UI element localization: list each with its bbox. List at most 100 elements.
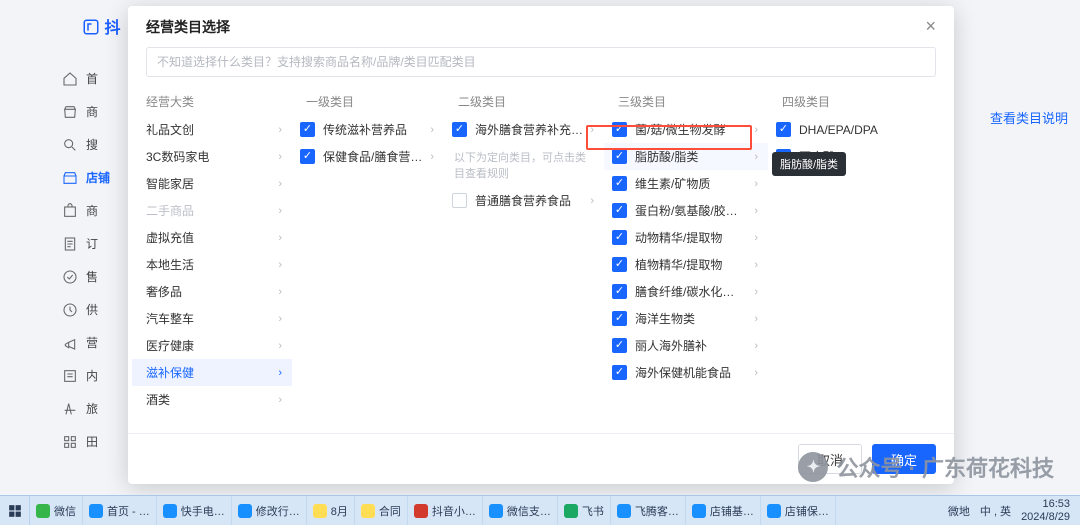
taskbar-item[interactable]: 8月: [307, 496, 355, 525]
level3-item[interactable]: 维生素/矿物质›: [604, 170, 768, 197]
nav-item-supply[interactable]: 供: [62, 301, 122, 318]
level3-item[interactable]: 海洋生物类›: [604, 305, 768, 332]
nav-item-app[interactable]: 田: [62, 433, 122, 450]
checkbox[interactable]: [612, 311, 627, 326]
level3-item[interactable]: 丽人海外膳补›: [604, 332, 768, 359]
nav-label: 店铺: [86, 169, 110, 186]
big-category-item[interactable]: 礼品文创›: [132, 116, 292, 143]
checkbox[interactable]: [612, 230, 627, 245]
big-category-item[interactable]: 3C数码家电›: [132, 143, 292, 170]
taskbar-item[interactable]: 修改行…: [232, 496, 307, 525]
taskbar-item[interactable]: 店铺保…: [761, 496, 836, 525]
nav-item-search[interactable]: 搜: [62, 136, 122, 153]
level3-item[interactable]: 膳食纤维/碳水化合物›: [604, 278, 768, 305]
chevron-right-icon: ›: [754, 124, 758, 136]
taskbar-item[interactable]: 首页 - …: [83, 496, 157, 525]
big-category-item[interactable]: 奢侈品›: [132, 278, 292, 305]
taskbar-item[interactable]: 店铺基…: [686, 496, 761, 525]
taskbar-item[interactable]: 抖音小…: [408, 496, 483, 525]
checkbox[interactable]: [300, 149, 315, 164]
nav-item-after[interactable]: 售: [62, 268, 122, 285]
checkbox[interactable]: [612, 257, 627, 272]
level3-item[interactable]: 蛋白粉/氨基酸/胶原蛋白›: [604, 197, 768, 224]
colhead-big: 经营大类: [146, 93, 306, 110]
checkbox[interactable]: [452, 122, 467, 137]
big-category-item[interactable]: 汽车整车›: [132, 305, 292, 332]
level2-item[interactable]: 海外膳食营养补充食品›: [444, 116, 604, 143]
taskbar-app-icon: [163, 504, 177, 518]
content-icon: [62, 368, 78, 384]
row-label: 本地生活: [146, 256, 194, 273]
after-icon: [62, 269, 78, 285]
category-search-input[interactable]: [146, 47, 936, 77]
checkbox[interactable]: [612, 338, 627, 353]
row-label: 海外膳食营养补充食品: [475, 121, 585, 138]
chevron-right-icon: ›: [754, 367, 758, 379]
checkbox[interactable]: [612, 365, 627, 380]
row-label: 虚拟充值: [146, 229, 194, 246]
row-label: 海洋生物类: [635, 310, 695, 327]
checkbox[interactable]: [452, 193, 467, 208]
big-category-item[interactable]: 虚拟充值›: [132, 224, 292, 251]
taskbar-item[interactable]: 微信支…: [483, 496, 558, 525]
level4-item[interactable]: DHA/EPA/DPA: [768, 116, 924, 143]
big-category-item[interactable]: 智能家居›: [132, 170, 292, 197]
nav-item-mkt[interactable]: 营: [62, 334, 122, 351]
checkbox[interactable]: [612, 122, 627, 137]
taskbar-item[interactable]: 快手电…: [157, 496, 232, 525]
big-category-item[interactable]: 本地生活›: [132, 251, 292, 278]
nav-item-home[interactable]: 首: [62, 70, 122, 87]
taskbar-label: 店铺基…: [710, 503, 754, 519]
nav-item-goods[interactable]: 商: [62, 202, 122, 219]
close-icon[interactable]: ×: [925, 16, 936, 37]
tray-time: 16:53: [1042, 498, 1070, 510]
checkbox[interactable]: [612, 149, 627, 164]
taskbar-item[interactable]: 微信: [30, 496, 83, 525]
big-category-item[interactable]: 酒类›: [132, 386, 292, 413]
row-label: 礼品文创: [146, 121, 194, 138]
taskbar-label: 飞腾客…: [635, 503, 679, 519]
nav-item-content[interactable]: 内: [62, 367, 122, 384]
taskbar-item[interactable]: 飞腾客…: [611, 496, 686, 525]
level2-item[interactable]: 普通膳食营养食品›: [444, 187, 604, 214]
nav-item-shop[interactable]: 商: [62, 103, 122, 120]
checkbox[interactable]: [612, 176, 627, 191]
nav-label: 内: [86, 367, 98, 384]
chevron-right-icon: ›: [278, 205, 282, 217]
start-button[interactable]: [0, 496, 30, 525]
tray-ime[interactable]: 中 , 英: [980, 503, 1011, 519]
chevron-right-icon: ›: [278, 394, 282, 406]
row-label: 滋补保健: [146, 364, 194, 381]
row-label: 膳食纤维/碳水化合物: [635, 283, 745, 300]
checkbox[interactable]: [300, 122, 315, 137]
level3-item[interactable]: 植物精华/提取物›: [604, 251, 768, 278]
view-category-doc-link[interactable]: 查看类目说明: [990, 108, 1068, 127]
nav-item-order[interactable]: 订: [62, 235, 122, 252]
level3-item[interactable]: 动物精华/提取物›: [604, 224, 768, 251]
level1-item[interactable]: 传统滋补营养品›: [292, 116, 444, 143]
checkbox[interactable]: [776, 122, 791, 137]
app-logo-text: 抖: [104, 20, 120, 37]
taskbar-app-icon: [564, 504, 578, 518]
big-category-item[interactable]: 医疗健康›: [132, 332, 292, 359]
level1-item[interactable]: 保健食品/膳食营养补充...›: [292, 143, 444, 170]
checkbox[interactable]: [612, 284, 627, 299]
taskbar-item[interactable]: 飞书: [558, 496, 611, 525]
tray-misc[interactable]: 微地: [948, 503, 970, 519]
level3-item[interactable]: 菌/菇/微生物发酵›: [604, 116, 768, 143]
taskbar-item[interactable]: 合同: [355, 496, 408, 525]
checkbox[interactable]: [612, 203, 627, 218]
taskbar-app-icon: [767, 504, 781, 518]
level3-item[interactable]: 海外保健机能食品›: [604, 359, 768, 386]
big-category-item[interactable]: 滋补保健›: [132, 359, 292, 386]
row-label: 奢侈品: [146, 283, 182, 300]
system-tray: 微地 中 , 英 16:53 2024/8/29: [938, 498, 1080, 522]
taskbar-label: 快手电…: [181, 503, 225, 519]
nav-item-store[interactable]: 店铺: [62, 169, 122, 186]
taskbar-label: 合同: [379, 503, 401, 519]
nav-item-trip[interactable]: 旅: [62, 400, 122, 417]
level3-item[interactable]: 脂肪酸/脂类›: [604, 143, 768, 170]
chevron-right-icon: ›: [754, 259, 758, 271]
app-icon: [62, 434, 78, 450]
taskbar-label: 飞书: [582, 503, 604, 519]
